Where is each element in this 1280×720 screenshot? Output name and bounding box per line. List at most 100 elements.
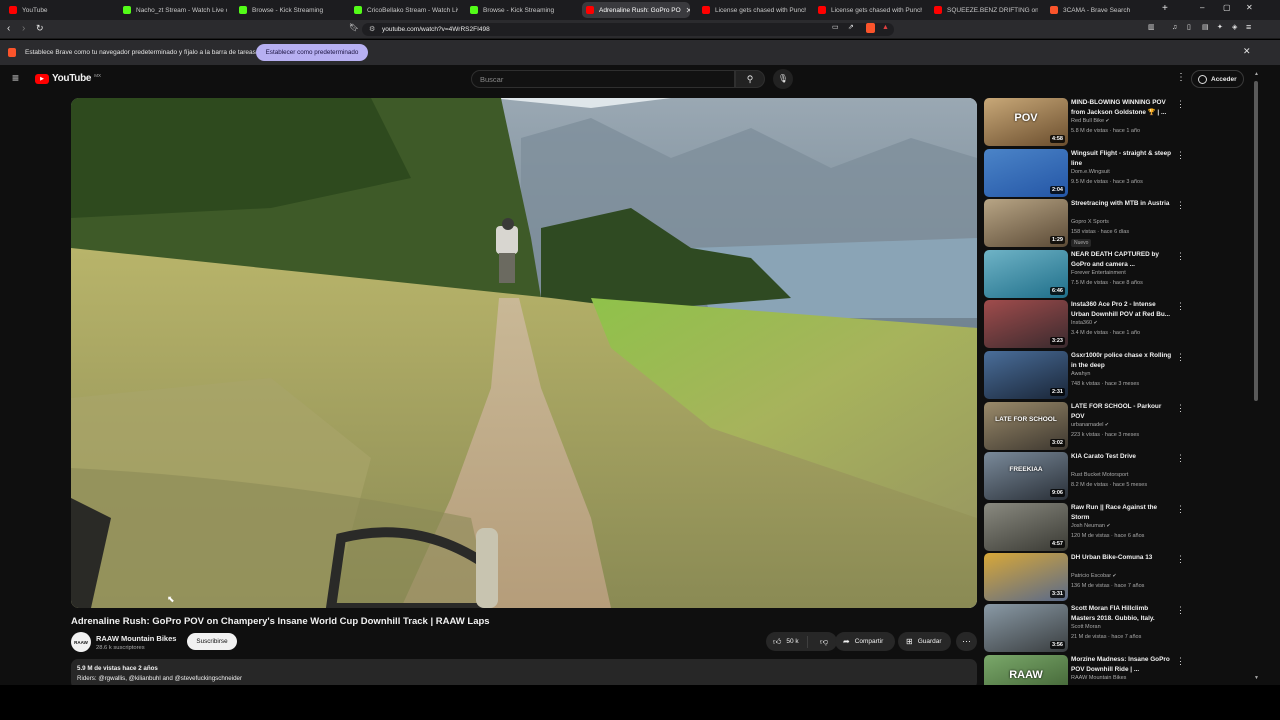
video-thumbnail[interactable]: FREEKIAA 9:06: [984, 452, 1068, 501]
subscribe-button[interactable]: Suscribirse: [187, 633, 237, 650]
sidebar-icon[interactable]: ▥: [1148, 24, 1155, 31]
scroll-up-icon[interactable]: ▲: [1254, 71, 1259, 77]
browser-tab[interactable]: License gets chased with Punchma: [698, 2, 806, 18]
recommended-channel-name[interactable]: Scott Moran: [1071, 624, 1101, 630]
brave-rewards-icon[interactable]: ▲: [882, 24, 889, 31]
recommended-video[interactable]: LATE FOR SCHOOL 3:02 LATE FOR SCHOOL - Par…: [984, 401, 1185, 450]
video-thumbnail[interactable]: 3:23: [984, 300, 1068, 349]
video-menu-icon[interactable]: ⋮: [1176, 251, 1185, 260]
recommended-video-title[interactable]: DH Urban Bike-Comuna 13: [1071, 553, 1173, 563]
browser-tab[interactable]: Browse - Kick Streaming: [235, 2, 343, 18]
video-menu-icon[interactable]: ⋮: [1176, 656, 1185, 665]
close-window-icon[interactable]: ✕: [1246, 4, 1253, 12]
playlist-icon[interactable]: ♫: [1172, 24, 1177, 31]
video-menu-icon[interactable]: ⋮: [1176, 100, 1185, 109]
vpn-icon[interactable]: ◈: [1232, 24, 1237, 31]
video-menu-icon[interactable]: ⋮: [1176, 353, 1185, 362]
menu-icon[interactable]: ≡: [1246, 23, 1251, 32]
dislike-button[interactable]: 👎︎: [813, 637, 828, 647]
recommended-video[interactable]: RAAW Morzine Madness: Insane GoPro POV Do…: [984, 654, 1185, 685]
video-thumbnail[interactable]: LATE FOR SCHOOL 3:02: [984, 401, 1068, 450]
video-menu-icon[interactable]: ⋮: [1176, 606, 1185, 615]
recommended-video[interactable]: FREEKIAA 9:06 KIA Carato Test Drive Rust Bu…: [984, 452, 1185, 501]
recommended-video[interactable]: 3:31 DH Urban Bike-Comuna 13 Patricio Esco…: [984, 553, 1185, 602]
recommended-video[interactable]: 3:23 Insta360 Ace Pro 2 - Intense Urban D…: [984, 300, 1185, 349]
save-button[interactable]: ⊞ Guardar: [898, 632, 951, 651]
browser-tab[interactable]: Adrenaline Rush: GoPro PO ✕: [582, 2, 690, 18]
minimize-icon[interactable]: –: [1200, 4, 1204, 12]
browser-tab[interactable]: License gets chased with Punchma: [814, 2, 922, 18]
brave-shields-icon[interactable]: [866, 23, 875, 33]
recommended-video[interactable]: 3:56 Scott Moran FIA Hillclimb Masters 20…: [984, 604, 1185, 652]
youtube-logo[interactable]: ▶ YouTube MX: [35, 73, 101, 84]
recommended-channel-name[interactable]: Patricio Escobar ✔︎: [1071, 573, 1117, 579]
browser-tab[interactable]: Nacho_zt Stream - Watch Live on: [119, 2, 227, 18]
like-button[interactable]: 👍︎ 50 k: [766, 635, 808, 648]
recommended-video-title[interactable]: Streetracing with MTB in Austria: [1071, 199, 1173, 209]
wallet-icon[interactable]: ▤: [1202, 24, 1209, 31]
settings-dots-icon[interactable]: ⋮: [1176, 73, 1186, 83]
scrollbar-thumb[interactable]: [1254, 81, 1258, 401]
video-menu-icon[interactable]: ⋮: [1176, 555, 1185, 564]
cast-icon[interactable]: ▭: [832, 24, 839, 31]
share-button[interactable]: ➦ Compartir: [835, 632, 895, 651]
recommended-video[interactable]: 4:57 Raw Run || Race Against the Storm Jos…: [984, 502, 1185, 551]
video-menu-icon[interactable]: ⋮: [1176, 403, 1185, 412]
video-thumbnail[interactable]: POV 4:58: [984, 98, 1068, 146]
extensions-icon[interactable]: ✦: [1217, 24, 1223, 31]
recommended-channel-name[interactable]: Dom.e.Wingsuit: [1071, 169, 1110, 175]
recommended-channel-name[interactable]: Gopro X Sports: [1071, 219, 1109, 225]
video-thumbnail[interactable]: 2:31: [984, 351, 1068, 399]
back-icon[interactable]: ‹: [7, 24, 10, 34]
recommended-video-title[interactable]: KIA Carato Test Drive: [1071, 452, 1173, 462]
video-thumbnail[interactable]: 3:56: [984, 604, 1068, 652]
tab-close-icon[interactable]: ✕: [686, 6, 690, 15]
recommended-video-title[interactable]: Morzine Madness: Insane GoPro POV Downhi…: [1071, 655, 1173, 675]
description-box[interactable]: 5.9 M de vistas hace 2 años Riders: @rgw…: [71, 659, 977, 685]
video-menu-icon[interactable]: ⋮: [1176, 201, 1185, 210]
more-actions-button[interactable]: ⋯: [956, 632, 977, 651]
recommended-video[interactable]: 1:29 Streetracing with MTB in Austria Gopr…: [984, 199, 1185, 248]
recommended-channel-name[interactable]: Josh Neuman ✔︎: [1071, 523, 1111, 529]
page-scrollbar[interactable]: ▲ ▼: [1254, 71, 1259, 683]
video-player[interactable]: ⬉: [71, 98, 977, 608]
sign-in-button[interactable]: Acceder: [1191, 70, 1244, 88]
recommended-video-title[interactable]: LATE FOR SCHOOL - Parkour POV: [1071, 402, 1173, 422]
scroll-down-icon[interactable]: ▼: [1254, 675, 1259, 681]
recommended-video[interactable]: 6:46 NEAR DEATH CAPTURED by GoPro and cam…: [984, 249, 1185, 298]
site-info-icon[interactable]: ⚙︎: [369, 25, 375, 33]
recommended-video-title[interactable]: NEAR DEATH CAPTURED by GoPro and camera …: [1071, 250, 1173, 270]
video-thumbnail[interactable]: 4:57: [984, 502, 1068, 551]
guide-menu-icon[interactable]: ≡: [12, 72, 19, 84]
video-menu-icon[interactable]: ⋮: [1176, 150, 1185, 159]
browser-tab[interactable]: Browse - Kick Streaming: [466, 2, 574, 18]
voice-search-button[interactable]: 🎙︎: [773, 69, 793, 89]
browser-tab[interactable]: SQUEEZE.BENZ DRIFTING on TIME: [930, 2, 1038, 18]
new-tab-icon[interactable]: +: [1162, 4, 1168, 14]
browser-tab[interactable]: CricoBellako Stream - Watch Live o: [350, 2, 458, 18]
search-button[interactable]: ⚲: [735, 70, 765, 88]
browser-tab[interactable]: 3CAMA - Brave Search: [1046, 2, 1154, 18]
recommended-channel-name[interactable]: Rust Bucket Motorsport: [1071, 472, 1128, 478]
browser-tab[interactable]: YouTube: [5, 2, 113, 18]
maximize-icon[interactable]: ▢: [1223, 4, 1231, 12]
recommended-video-title[interactable]: Raw Run || Race Against the Storm: [1071, 503, 1173, 523]
recommended-video[interactable]: 2:04 Wingsuit Flight - straight & steep l…: [984, 148, 1185, 197]
recommended-channel-name[interactable]: RAAW Mountain Bikes: [1071, 675, 1126, 681]
reload-icon[interactable]: ↻: [36, 24, 44, 33]
set-default-button[interactable]: Establecer como predeterminado: [256, 44, 368, 61]
video-thumbnail[interactable]: 2:04: [984, 148, 1068, 197]
video-thumbnail[interactable]: RAAW: [984, 654, 1068, 685]
video-menu-icon[interactable]: ⋮: [1176, 504, 1185, 513]
bookmark-icon[interactable]: 🔖︎: [349, 24, 359, 32]
channel-avatar[interactable]: RAAW: [71, 632, 91, 652]
recommended-video-title[interactable]: Gsxr1000r police chase x Rolling in the …: [1071, 351, 1173, 371]
recommended-video-title[interactable]: MIND-BLOWING WINNING POV from Jackson Go…: [1071, 98, 1173, 118]
video-menu-icon[interactable]: ⋮: [1176, 454, 1185, 463]
recommended-video-title[interactable]: Scott Moran FIA Hillclimb Masters 2018. …: [1071, 604, 1173, 624]
search-input[interactable]: Buscar: [471, 70, 735, 88]
video-thumbnail[interactable]: 6:46: [984, 249, 1068, 298]
address-bar[interactable]: ⚙︎ youtube.com/watch?v=4WrRS2FI498: [362, 23, 894, 36]
channel-name[interactable]: RAAW Mountain Bikes: [96, 634, 176, 643]
recommended-video-title[interactable]: Wingsuit Flight - straight & steep line: [1071, 149, 1173, 169]
